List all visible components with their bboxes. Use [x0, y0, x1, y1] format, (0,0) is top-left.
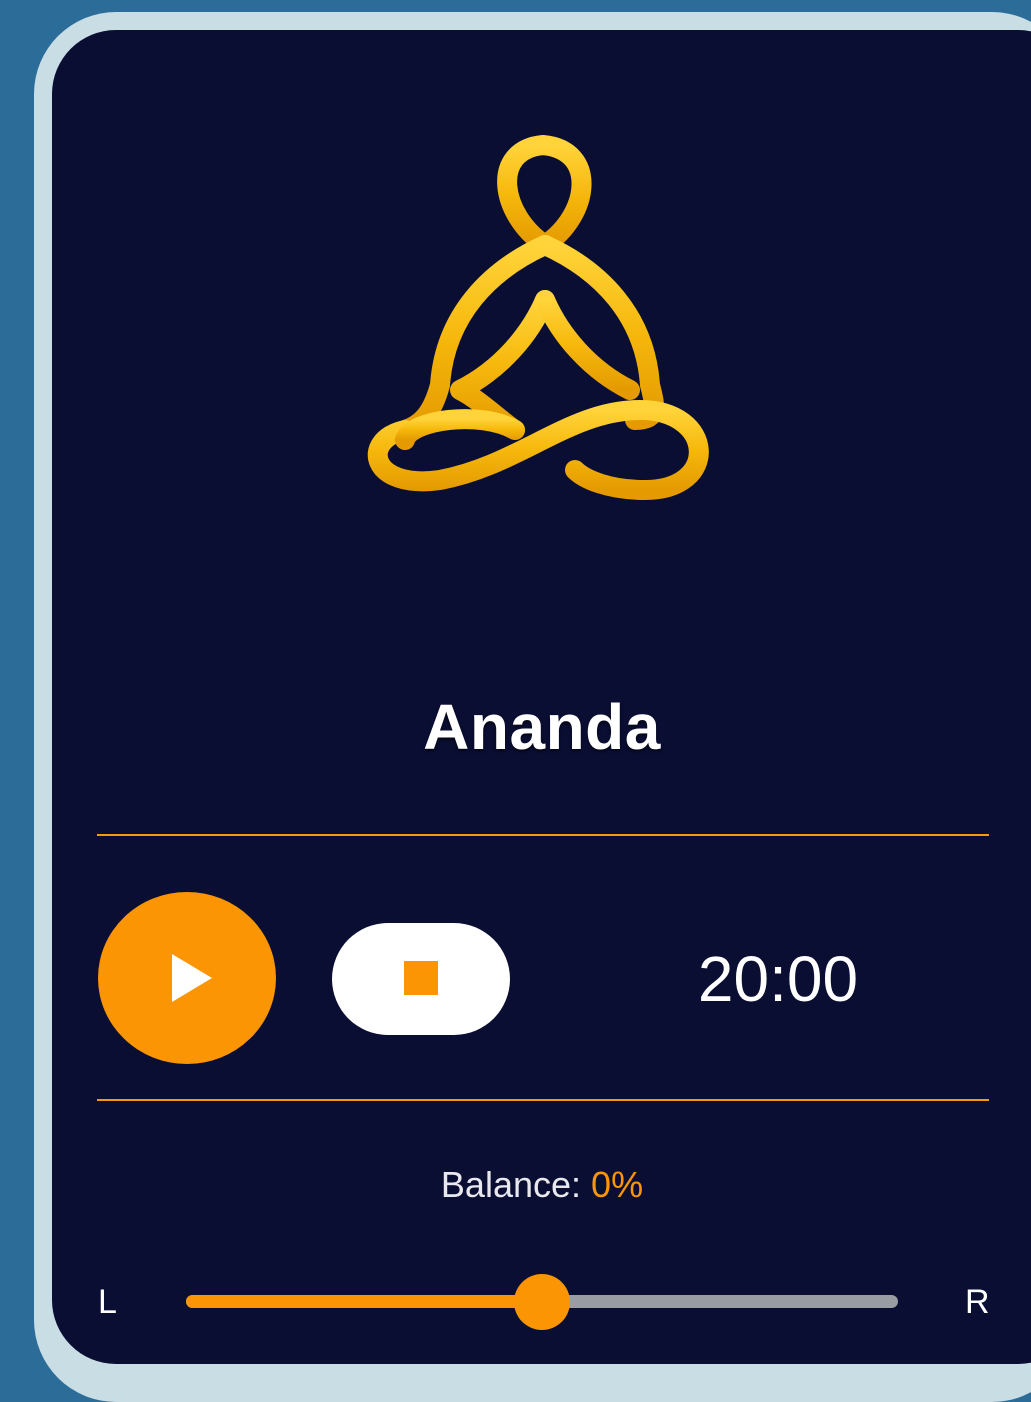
meditation-pose-icon: [367, 135, 709, 500]
timer-display: 20:00: [697, 943, 859, 1015]
app-title: Ananda: [423, 691, 661, 763]
divider-top: [97, 834, 989, 836]
balance-label: Balance:: [440, 1164, 582, 1205]
stop-button[interactable]: [332, 923, 510, 1035]
divider-bottom: [97, 1099, 989, 1101]
balance-value: 0%: [591, 1164, 644, 1205]
slider-fill: [186, 1295, 542, 1308]
play-button[interactable]: [98, 892, 276, 1064]
balance-slider[interactable]: [186, 1274, 898, 1330]
slider-thumb[interactable]: [514, 1274, 570, 1330]
stop-icon: [404, 961, 438, 995]
balance-right-label: R: [965, 1283, 990, 1321]
balance-readout: Balance: 0%: [52, 1164, 1031, 1206]
play-icon: [172, 954, 212, 1002]
balance-left-label: L: [98, 1283, 117, 1321]
